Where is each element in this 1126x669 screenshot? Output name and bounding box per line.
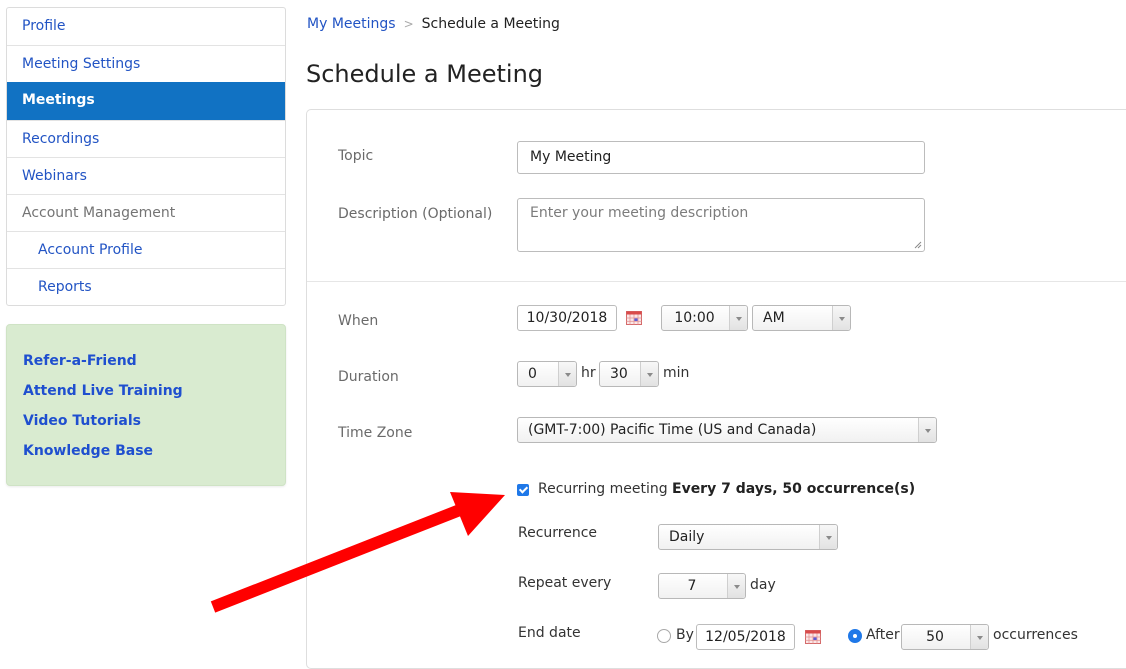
duration-hours-value: 0 [528,366,537,382]
page-title: Schedule a Meeting [306,60,544,88]
breadcrumb: My Meetings > Schedule a Meeting [307,16,560,32]
end-after-label[interactable]: After [866,627,900,643]
sidebar-nav: Profile Meeting Settings Meetings Record… [6,7,286,306]
occurrences-unit: occurrences [993,627,1078,643]
ampm-value: AM [763,310,785,326]
sidebar-item-webinars[interactable]: Webinars [7,157,285,194]
sidebar-item-profile[interactable]: Profile [7,8,285,45]
resize-grip-icon[interactable] [914,241,922,249]
time-zone-value: (GMT-7:00) Pacific Time (US and Canada) [528,422,817,438]
end-by-date-input[interactable]: 12/05/2018 [696,624,795,650]
chevron-down-icon [729,306,747,330]
end-by-label[interactable]: By [676,627,694,643]
end-date-label: End date [518,625,581,641]
time-value: 10:00 [674,310,715,326]
ampm-select[interactable]: AM [752,305,851,331]
calendar-icon[interactable] [805,630,821,644]
breadcrumb-current: Schedule a Meeting [421,16,560,32]
chevron-down-icon [832,306,850,330]
time-zone-select[interactable]: (GMT-7:00) Pacific Time (US and Canada) [517,417,937,443]
end-by-radio[interactable] [657,629,671,643]
calendar-icon[interactable] [626,311,642,325]
recurring-meeting-checkbox[interactable] [517,484,529,496]
duration-hours-select[interactable]: 0 [517,361,577,387]
sidebar-item-reports[interactable]: Reports [7,268,285,305]
chevron-down-icon [640,362,658,386]
when-label: When [338,313,379,329]
duration-minutes-value: 30 [610,366,628,382]
sidebar-item-account-profile[interactable]: Account Profile [7,231,285,268]
occurrences-value: 50 [926,629,944,645]
repeat-every-unit: day [750,577,776,593]
hours-unit: hr [581,365,596,381]
sidebar-item-recordings[interactable]: Recordings [7,120,285,157]
repeat-every-label: Repeat every [518,575,612,591]
sidebar-item-meeting-settings[interactable]: Meeting Settings [7,45,285,82]
repeat-every-select[interactable]: 7 [658,573,746,599]
description-label: Description (Optional) [338,206,493,222]
chevron-down-icon [918,418,936,442]
date-input[interactable]: 10/30/2018 [517,305,617,331]
recurrence-select[interactable]: Daily [658,524,838,550]
sidebar-item-meetings[interactable]: Meetings [7,82,285,120]
recurrence-value: Daily [669,529,705,545]
topic-input[interactable]: My Meeting [517,141,925,174]
breadcrumb-separator: > [403,17,414,31]
section-divider [307,281,1126,282]
occurrences-select[interactable]: 50 [901,624,989,650]
breadcrumb-my-meetings-link[interactable]: My Meetings [307,16,396,32]
refer-a-friend-link[interactable]: Refer-a-Friend [23,351,285,381]
recurring-meeting-label[interactable]: Recurring meeting [538,481,668,497]
chevron-down-icon [558,362,576,386]
end-after-radio[interactable] [848,629,862,643]
help-links-box: Refer-a-Friend Attend Live Training Vide… [6,324,286,486]
chevron-down-icon [819,525,837,549]
video-tutorials-link[interactable]: Video Tutorials [23,411,285,441]
chevron-down-icon [727,574,745,598]
duration-label: Duration [338,369,399,385]
time-select[interactable]: 10:00 [661,305,748,331]
duration-minutes-select[interactable]: 30 [599,361,659,387]
knowledge-base-link[interactable]: Knowledge Base [23,441,285,471]
sidebar-section-account-management: Account Management [7,194,285,231]
repeat-every-value: 7 [687,578,697,594]
chevron-down-icon [970,625,988,649]
time-zone-label: Time Zone [338,425,413,441]
minutes-unit: min [663,365,690,381]
description-textarea[interactable]: Enter your meeting description [517,198,925,252]
description-placeholder: Enter your meeting description [530,205,749,221]
topic-label: Topic [338,148,374,164]
recurrence-summary: Every 7 days, 50 occurrence(s) [672,481,916,497]
attend-live-training-link[interactable]: Attend Live Training [23,381,285,411]
recurrence-label: Recurrence [518,525,598,541]
